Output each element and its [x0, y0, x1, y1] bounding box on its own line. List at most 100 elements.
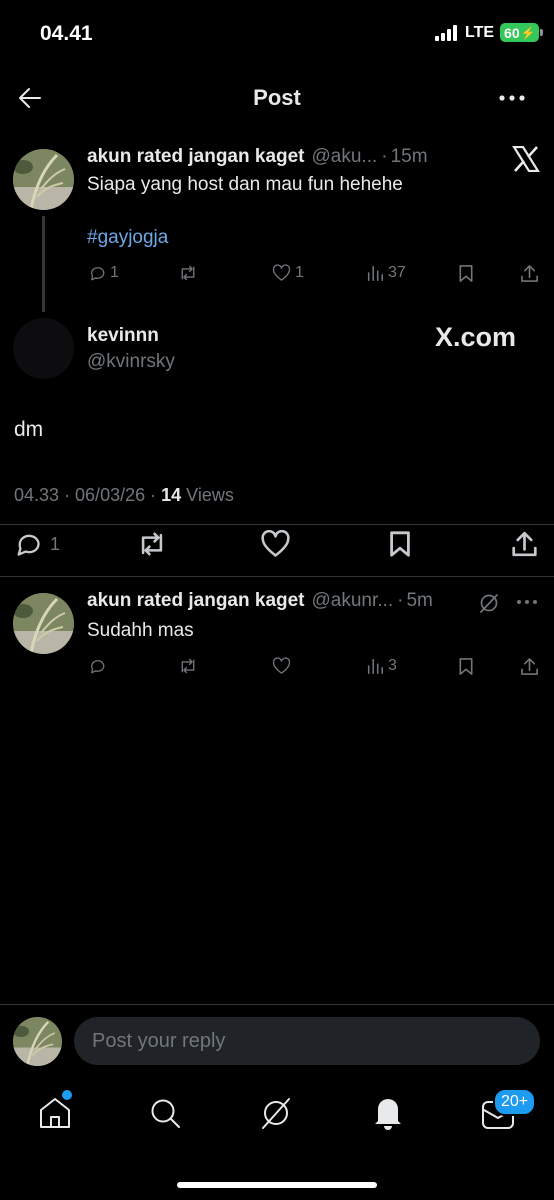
time-separator: · — [397, 590, 404, 611]
reply-input[interactable]: Post your reply — [74, 1017, 540, 1065]
avatar — [13, 1017, 62, 1066]
post-time: 5m — [406, 590, 433, 611]
avatar[interactable] — [13, 318, 74, 379]
tab-home[interactable] — [37, 1090, 73, 1130]
repost-action[interactable] — [136, 530, 168, 558]
grok-icon — [480, 594, 498, 613]
analytics-icon — [367, 658, 383, 674]
post-text: Sudahh mas — [87, 620, 194, 641]
author-handle[interactable]: @aku... — [312, 146, 378, 168]
tab-search[interactable] — [148, 1096, 182, 1130]
views-action[interactable]: 3 — [366, 657, 397, 675]
tab-notifications[interactable] — [372, 1095, 404, 1131]
repost-action[interactable] — [178, 264, 198, 282]
repost-icon — [181, 658, 195, 674]
grok-button[interactable] — [478, 592, 500, 614]
xcom-watermark-text: X.com — [435, 322, 517, 352]
reply-action[interactable]: 1 — [14, 530, 60, 558]
share-action[interactable] — [511, 530, 538, 558]
bookmark-action[interactable] — [387, 530, 413, 558]
network-label: LTE — [465, 23, 495, 41]
avatar-image — [13, 1017, 62, 1066]
author-name[interactable]: akun rated jangan kaget — [87, 146, 305, 168]
thread-line — [42, 216, 45, 312]
signal-icon — [435, 24, 457, 41]
page-title: Post — [253, 85, 301, 110]
heart-icon — [272, 264, 291, 281]
more-options-button[interactable] — [515, 598, 539, 606]
share-icon — [521, 658, 538, 675]
heart-icon — [261, 530, 290, 557]
share-action[interactable] — [520, 264, 539, 283]
heart-icon — [272, 657, 291, 674]
messages-badge: 20+ — [493, 1088, 537, 1116]
repost-icon — [141, 532, 163, 556]
share-icon — [512, 531, 537, 557]
post-text: Siapa yang host dan mau fun hehehe — [87, 174, 403, 195]
post-time: 15m — [390, 146, 428, 167]
avatar[interactable] — [13, 149, 74, 210]
grok-icon — [262, 1098, 290, 1129]
reply-composer: Post your reply — [0, 1005, 554, 1075]
views-count: 14 — [161, 485, 182, 505]
timestamp-text: 04.33 · 06/03/26 · — [14, 485, 162, 505]
reply-action[interactable] — [88, 657, 106, 675]
views-label: Views — [181, 485, 234, 505]
status-indicators: LTE 60 ⚡ — [434, 23, 543, 42]
like-action[interactable] — [260, 530, 291, 558]
xcom-watermark: X.com — [435, 322, 516, 353]
divider — [0, 524, 554, 525]
analytics-icon — [367, 265, 383, 281]
main-post: kevinnn @kvinrsky X.com dm 04.33 · 06/03… — [0, 318, 554, 568]
reply-action[interactable]: 1 — [88, 264, 119, 282]
bookmark-icon — [390, 531, 410, 557]
views-action[interactable]: 37 — [366, 264, 406, 282]
home-indicator — [177, 1182, 377, 1188]
views-count: 3 — [388, 657, 397, 674]
avatar-image — [13, 149, 74, 210]
reply-input-placeholder: Post your reply — [92, 1030, 226, 1052]
battery-icon: 60 ⚡ — [500, 23, 543, 42]
repost-action[interactable] — [178, 657, 198, 675]
avatar[interactable] — [13, 593, 74, 654]
more-options-button[interactable] — [496, 84, 528, 112]
search-icon — [151, 1099, 180, 1128]
author-name[interactable]: akun rated jangan kaget — [87, 590, 305, 612]
author-name[interactable]: kevinnn — [87, 325, 159, 347]
bookmark-icon — [459, 265, 473, 282]
bookmark-action[interactable] — [457, 657, 475, 676]
messages-badge-count: 20+ — [501, 1093, 529, 1110]
reply-icon — [91, 267, 105, 281]
bookmark-action[interactable] — [457, 264, 475, 283]
charging-bolt-icon: ⚡ — [520, 25, 536, 40]
share-icon — [521, 265, 538, 282]
avatar-image — [13, 593, 74, 654]
post-text: dm — [14, 418, 44, 441]
bottom-tab-bar: 20+ — [0, 1078, 554, 1200]
parent-post[interactable]: akun rated jangan kaget @aku... · 15m Si… — [0, 140, 554, 312]
bookmark-icon — [459, 658, 473, 675]
author-handle[interactable]: @akunr... — [312, 590, 394, 612]
home-icon — [40, 1098, 70, 1128]
post-header: akun rated jangan kaget @aku... · 15m — [87, 146, 428, 168]
home-notification-dot — [62, 1090, 72, 1100]
reply-post[interactable]: akun rated jangan kaget @akunr... · 5m S… — [0, 584, 554, 684]
post-header: akun rated jangan kaget @akunr... · 5m — [87, 590, 433, 612]
status-time: 04.41 — [40, 22, 93, 45]
share-action[interactable] — [520, 657, 539, 676]
tab-grok[interactable] — [258, 1095, 294, 1131]
more-horizontal-icon — [499, 95, 525, 101]
repost-icon — [181, 265, 195, 281]
status-bar: 04.41 LTE 60 ⚡ — [0, 0, 554, 70]
more-horizontal-icon — [517, 600, 537, 604]
divider — [0, 576, 554, 577]
reply-icon — [17, 534, 40, 556]
author-handle[interactable]: @kvinrsky — [87, 351, 175, 373]
reply-count: 1 — [110, 264, 119, 281]
like-action[interactable] — [272, 657, 291, 675]
battery-level: 60 — [504, 24, 520, 41]
time-separator: · — [381, 146, 388, 167]
hashtag-link[interactable]: #gayjogja — [87, 227, 168, 249]
like-action[interactable]: 1 — [272, 264, 304, 282]
views-count: 37 — [388, 264, 406, 281]
